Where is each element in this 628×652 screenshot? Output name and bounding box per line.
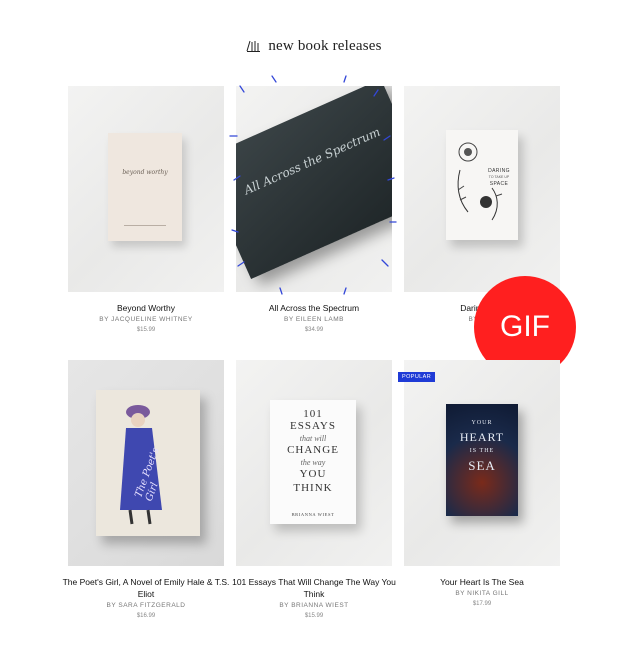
cover-line: that will	[299, 434, 327, 443]
cover-line: THINK	[293, 482, 333, 494]
book-title[interactable]: All Across the Spectrum	[230, 302, 398, 314]
book-cover: beyond worthy	[108, 133, 182, 241]
book-price: $34.99	[304, 327, 324, 333]
book-stack-icon	[246, 40, 261, 52]
cover-line: YOU	[299, 468, 327, 480]
cover-line: ESSAYS	[290, 420, 336, 432]
book-title[interactable]: Beyond Worthy	[62, 302, 230, 314]
book-price: $17.99	[472, 601, 492, 607]
cover-line: CHANGE	[287, 444, 339, 456]
cover-title: beyond worthy	[122, 169, 168, 176]
book-author[interactable]: BY JACQUELINE WHITNEY	[68, 316, 224, 323]
cover-line: SEA	[468, 458, 496, 473]
book-cover: 101 ESSAYS that will CHANGE the way YOU …	[270, 400, 356, 524]
cover-title-line: TO TAKE UP	[488, 175, 510, 179]
cover-title-line: SPACE	[489, 181, 509, 187]
cover-title-line: DARING	[488, 168, 510, 174]
section-title: new book releases	[268, 38, 382, 54]
book-photo[interactable]: beyond worthy	[68, 86, 224, 292]
book-title[interactable]: Your Heart Is The Sea	[398, 576, 566, 588]
book-photo[interactable]: The Poet's Girl	[68, 360, 224, 566]
book-photo[interactable]: 101 ESSAYS that will CHANGE the way YOU …	[236, 360, 392, 566]
book-photo[interactable]: DARING TO TAKE UP SPACE	[404, 86, 560, 292]
book-title[interactable]: The Poet's Girl, A Novel of Emily Hale &…	[62, 576, 230, 600]
book-price: $15.99	[136, 327, 156, 333]
book-cover: The Poet's Girl	[96, 390, 200, 536]
book-author[interactable]: BY BRIANNA WIEST	[236, 602, 392, 609]
cover-rule	[124, 225, 166, 226]
book-author[interactable]: BY NIKITA GILL	[404, 590, 560, 597]
book-photo[interactable]: YOUR HEART IS THE SEA	[404, 360, 560, 566]
cover-line: the way	[300, 458, 326, 467]
cover-line: HEART	[459, 430, 505, 444]
popular-badge: POPULAR	[398, 372, 436, 382]
book-author[interactable]: BY EILEEN LAMB	[236, 316, 392, 323]
cover-line: YOUR	[471, 420, 493, 426]
book-author[interactable]: BY SARA FITZGERALD	[68, 602, 224, 609]
cover-line: IS THE	[469, 448, 495, 454]
book-price: $16.99	[136, 613, 156, 619]
book-title[interactable]: 101 Essays That Will Change The Way You …	[230, 576, 398, 600]
book-cover: YOUR HEART IS THE SEA	[446, 404, 518, 516]
book-cover: DARING TO TAKE UP SPACE	[446, 130, 518, 240]
cover-author: BRIANNA WIEST	[291, 512, 335, 517]
click-burst-indicator	[229, 75, 397, 295]
book-price: $15.99	[304, 613, 324, 619]
section-header: new book releases	[0, 38, 628, 55]
cover-line: 101	[303, 408, 323, 420]
